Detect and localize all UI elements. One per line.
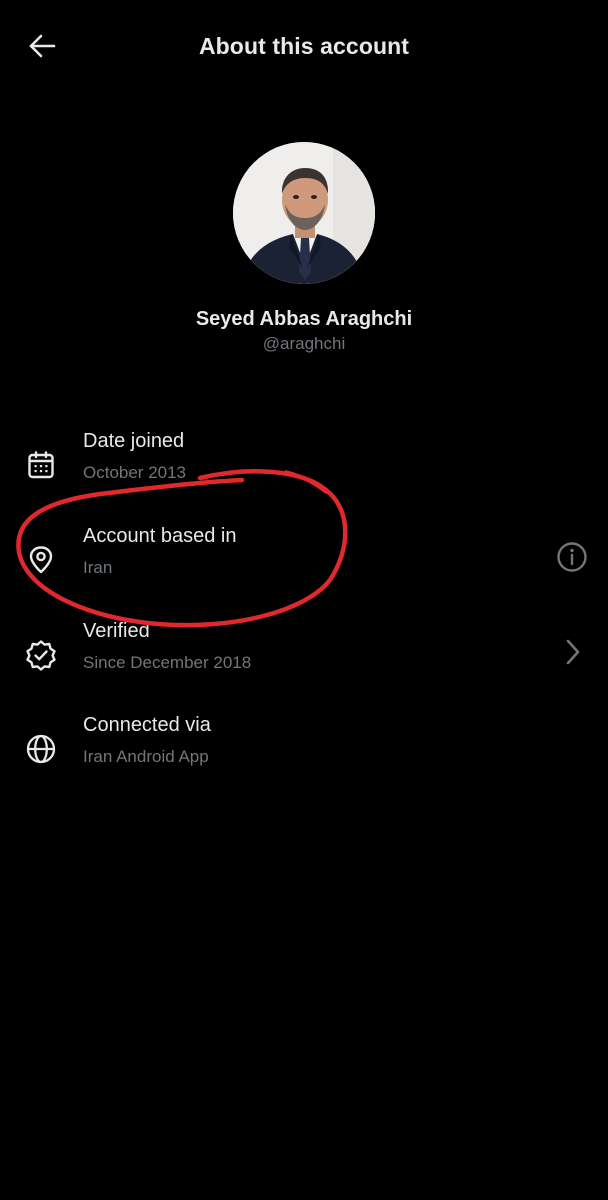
- connected-via-row: Connected via Iran Android App: [0, 714, 608, 786]
- row-value: October 2013: [83, 463, 187, 482]
- page-title: About this account: [198, 33, 410, 59]
- info-button[interactable]: [554, 541, 590, 577]
- verified-chevron-button[interactable]: [554, 636, 590, 672]
- avatar[interactable]: [233, 142, 375, 284]
- location-pin-icon: [22, 541, 60, 579]
- row-label: Date joined: [83, 430, 185, 452]
- verified-row[interactable]: Verified Since December 2018: [0, 620, 608, 692]
- account-based-in-row: Account based in Iran: [0, 525, 608, 597]
- verified-badge-icon: [22, 636, 60, 674]
- row-label: Connected via: [83, 714, 211, 736]
- profile-photo: [233, 142, 375, 284]
- row-value: Iran Android App: [83, 747, 209, 766]
- display-name: Seyed Abbas Araghchi: [195, 308, 413, 330]
- app-header: About this account: [0, 0, 608, 96]
- row-value: Since December 2018: [83, 653, 252, 672]
- globe-icon: [22, 730, 60, 768]
- date-joined-row: Date joined October 2013: [0, 430, 608, 502]
- chevron-right-icon: [560, 638, 584, 671]
- row-value: Iran: [83, 558, 113, 577]
- row-label: Verified: [83, 620, 150, 642]
- calendar-icon: [22, 446, 60, 484]
- info-icon: [556, 541, 588, 578]
- handle: @araghchi: [262, 334, 346, 353]
- row-label: Account based in: [83, 525, 237, 547]
